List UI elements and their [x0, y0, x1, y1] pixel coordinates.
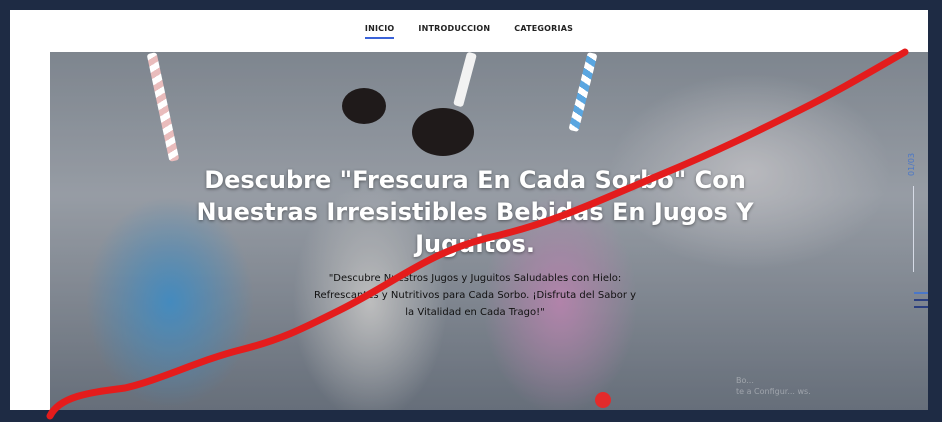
hamburger-menu-icon[interactable]: [914, 292, 928, 314]
nav-link-categorias[interactable]: CATEGORIAS: [514, 24, 573, 39]
hero-slide: Descubre "Frescura En Cada Sorbo" Con Nu…: [50, 52, 928, 410]
nav-link-inicio[interactable]: INICIO: [364, 24, 395, 39]
hero-description: "Descubre Nuestros Jugos y Juguitos Salu…: [313, 273, 637, 318]
hero-content: Descubre "Frescura En Cada Sorbo" Con Nu…: [180, 164, 770, 321]
slide-counter: 01/03: [907, 152, 916, 176]
page: INICIO INTRODUCCION CATEGORIAS Descubre …: [10, 10, 928, 410]
straw-decoration: [568, 52, 598, 133]
top-nav: INICIO INTRODUCCION CATEGORIAS: [10, 10, 928, 52]
straw-decoration: [453, 52, 477, 108]
red-candy-decoration: [595, 392, 611, 408]
footnote-text: Bo... te a Configur... ws.: [736, 376, 811, 396]
straw-decoration: [146, 52, 180, 162]
nav-link-introduccion[interactable]: INTRODUCCION: [418, 24, 490, 39]
slide-progress-line: [913, 186, 914, 272]
cookie-decoration: [342, 88, 386, 124]
hero-title: Descubre "Frescura En Cada Sorbo" Con Nu…: [196, 166, 754, 258]
cookie-decoration: [412, 108, 474, 156]
